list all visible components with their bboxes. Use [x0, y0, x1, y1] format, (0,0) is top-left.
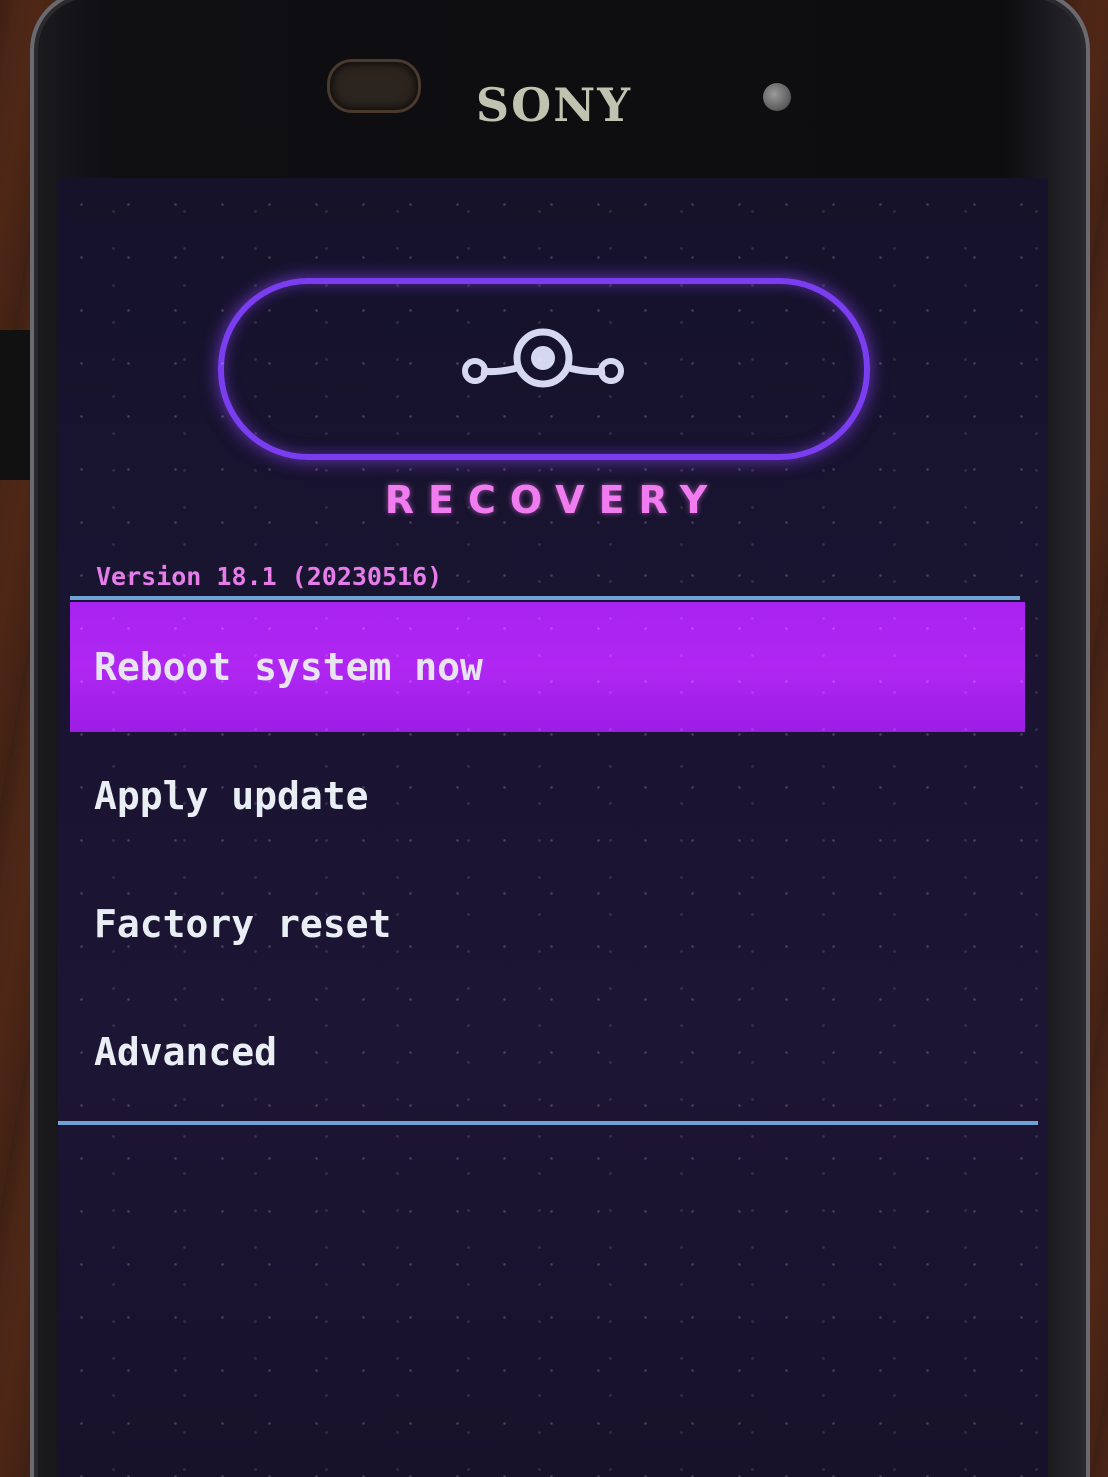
menu-item-advanced[interactable]: Advanced: [70, 988, 1025, 1116]
lineageos-logo-icon: [462, 328, 624, 388]
version-label: Version 18.1 (20230516): [96, 562, 443, 591]
menu-divider-bottom: [58, 1121, 1038, 1125]
menu-item-reboot-system-now[interactable]: Reboot system now: [70, 602, 1025, 732]
recovery-menu: Reboot system now Apply update Factory r…: [70, 602, 1025, 1116]
brand-logo: SONY: [475, 78, 633, 132]
menu-item-factory-reset[interactable]: Factory reset: [70, 860, 1025, 988]
recovery-title: RECOVERY: [384, 478, 722, 522]
recovery-screen: RECOVERY Version 18.1 (20230516) Reboot …: [58, 178, 1048, 1477]
menu-divider-top: [70, 596, 1020, 600]
menu-item-apply-update[interactable]: Apply update: [70, 732, 1025, 860]
